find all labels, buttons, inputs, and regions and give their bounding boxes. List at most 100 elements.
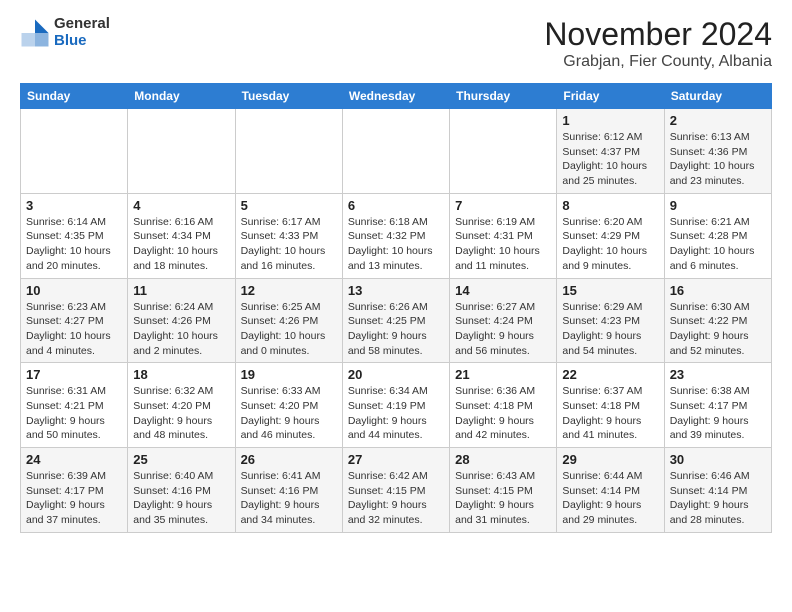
main-title: November 2024 xyxy=(544,16,772,53)
day-detail: Sunrise: 6:31 AM Sunset: 4:21 PM Dayligh… xyxy=(26,384,122,443)
calendar-cell: 5 Sunrise: 6:17 AM Sunset: 4:33 PM Daylig… xyxy=(235,193,342,278)
calendar-cell: 10Sunrise: 6:23 AM Sunset: 4:27 PM Dayli… xyxy=(21,278,128,363)
calendar-cell: 23 Sunrise: 6:38 AM Sunset: 4:17 PM Dayli… xyxy=(664,363,771,448)
day-number: 5 xyxy=(241,198,337,213)
page: General Blue November 2024 Grabjan, Fier… xyxy=(0,0,792,549)
day-detail: Sunrise: 6:41 AM Sunset: 4:16 PM Dayligh… xyxy=(241,469,337,528)
calendar-cell xyxy=(21,109,128,194)
day-detail: Sunrise: 6:46 AM Sunset: 4:14 PM Dayligh… xyxy=(670,469,766,528)
calendar-week-row: 24 Sunrise: 6:39 AM Sunset: 4:17 PM Dayli… xyxy=(21,448,772,533)
day-number: 12 xyxy=(241,283,337,298)
calendar-cell xyxy=(235,109,342,194)
day-detail: Sunrise: 6:40 AM Sunset: 4:16 PM Dayligh… xyxy=(133,469,229,528)
day-number: 24 xyxy=(26,452,122,467)
day-number: 10 xyxy=(26,283,122,298)
day-detail: Sunrise: 6:19 AM Sunset: 4:31 PM Dayligh… xyxy=(455,215,551,274)
calendar-cell: 13Sunrise: 6:26 AM Sunset: 4:25 PM Dayli… xyxy=(342,278,449,363)
day-detail: Sunrise: 6:39 AM Sunset: 4:17 PM Dayligh… xyxy=(26,469,122,528)
day-number: 29 xyxy=(562,452,658,467)
day-number: 22 xyxy=(562,367,658,382)
day-detail: Sunrise: 6:36 AM Sunset: 4:18 PM Dayligh… xyxy=(455,384,551,443)
day-number: 1 xyxy=(562,113,658,128)
day-number: 4 xyxy=(133,198,229,213)
calendar-cell: 27Sunrise: 6:42 AM Sunset: 4:15 PM Dayli… xyxy=(342,448,449,533)
day-number: 18 xyxy=(133,367,229,382)
day-number: 23 xyxy=(670,367,766,382)
day-detail: Sunrise: 6:25 AM Sunset: 4:26 PM Dayligh… xyxy=(241,300,337,359)
day-number: 27 xyxy=(348,452,444,467)
day-number: 20 xyxy=(348,367,444,382)
calendar-cell: 12 Sunrise: 6:25 AM Sunset: 4:26 PM Dayli… xyxy=(235,278,342,363)
calendar-week-row: 17 Sunrise: 6:31 AM Sunset: 4:21 PM Dayli… xyxy=(21,363,772,448)
calendar-cell xyxy=(450,109,557,194)
day-number: 8 xyxy=(562,198,658,213)
day-number: 26 xyxy=(241,452,337,467)
calendar-cell: 20 Sunrise: 6:34 AM Sunset: 4:19 PM Dayli… xyxy=(342,363,449,448)
day-number: 9 xyxy=(670,198,766,213)
logo-blue-text: Blue xyxy=(54,33,110,50)
day-detail: Sunrise: 6:17 AM Sunset: 4:33 PM Dayligh… xyxy=(241,215,337,274)
calendar-cell: 22Sunrise: 6:37 AM Sunset: 4:18 PM Dayli… xyxy=(557,363,664,448)
calendar-cell: 16 Sunrise: 6:30 AM Sunset: 4:22 PM Dayli… xyxy=(664,278,771,363)
logo-general-text: General xyxy=(54,16,110,33)
header: General Blue November 2024 Grabjan, Fier… xyxy=(20,16,772,71)
day-number: 25 xyxy=(133,452,229,467)
calendar-cell: 8Sunrise: 6:20 AM Sunset: 4:29 PM Daylig… xyxy=(557,193,664,278)
day-detail: Sunrise: 6:18 AM Sunset: 4:32 PM Dayligh… xyxy=(348,215,444,274)
calendar-cell: 11Sunrise: 6:24 AM Sunset: 4:26 PM Dayli… xyxy=(128,278,235,363)
day-number: 28 xyxy=(455,452,551,467)
calendar-cell: 26 Sunrise: 6:41 AM Sunset: 4:16 PM Dayli… xyxy=(235,448,342,533)
day-number: 17 xyxy=(26,367,122,382)
calendar-cell: 3Sunrise: 6:14 AM Sunset: 4:35 PM Daylig… xyxy=(21,193,128,278)
day-detail: Sunrise: 6:13 AM Sunset: 4:36 PM Dayligh… xyxy=(670,130,766,189)
calendar-cell: 17 Sunrise: 6:31 AM Sunset: 4:21 PM Dayli… xyxy=(21,363,128,448)
calendar-cell: 15 Sunrise: 6:29 AM Sunset: 4:23 PM Dayli… xyxy=(557,278,664,363)
calendar-cell: 19 Sunrise: 6:33 AM Sunset: 4:20 PM Dayli… xyxy=(235,363,342,448)
logo-text: General Blue xyxy=(54,16,110,49)
calendar-cell: 21 Sunrise: 6:36 AM Sunset: 4:18 PM Dayli… xyxy=(450,363,557,448)
calendar-cell: 18 Sunrise: 6:32 AM Sunset: 4:20 PM Dayli… xyxy=(128,363,235,448)
calendar-cell: 1 Sunrise: 6:12 AM Sunset: 4:37 PM Daylig… xyxy=(557,109,664,194)
day-number: 16 xyxy=(670,283,766,298)
logo: General Blue xyxy=(20,16,110,49)
day-detail: Sunrise: 6:30 AM Sunset: 4:22 PM Dayligh… xyxy=(670,300,766,359)
calendar-cell: 4 Sunrise: 6:16 AM Sunset: 4:34 PM Daylig… xyxy=(128,193,235,278)
calendar-week-row: 1 Sunrise: 6:12 AM Sunset: 4:37 PM Daylig… xyxy=(21,109,772,194)
calendar-cell: 24 Sunrise: 6:39 AM Sunset: 4:17 PM Dayli… xyxy=(21,448,128,533)
calendar-header-monday: Monday xyxy=(128,84,235,109)
calendar-header-friday: Friday xyxy=(557,84,664,109)
day-number: 15 xyxy=(562,283,658,298)
calendar-week-row: 10Sunrise: 6:23 AM Sunset: 4:27 PM Dayli… xyxy=(21,278,772,363)
day-detail: Sunrise: 6:43 AM Sunset: 4:15 PM Dayligh… xyxy=(455,469,551,528)
calendar-cell: 2Sunrise: 6:13 AM Sunset: 4:36 PM Daylig… xyxy=(664,109,771,194)
day-number: 30 xyxy=(670,452,766,467)
calendar-cell xyxy=(342,109,449,194)
day-detail: Sunrise: 6:34 AM Sunset: 4:19 PM Dayligh… xyxy=(348,384,444,443)
day-detail: Sunrise: 6:38 AM Sunset: 4:17 PM Dayligh… xyxy=(670,384,766,443)
title-area: November 2024 Grabjan, Fier County, Alba… xyxy=(544,16,772,71)
calendar-cell: 9 Sunrise: 6:21 AM Sunset: 4:28 PM Daylig… xyxy=(664,193,771,278)
day-detail: Sunrise: 6:24 AM Sunset: 4:26 PM Dayligh… xyxy=(133,300,229,359)
calendar-week-row: 3Sunrise: 6:14 AM Sunset: 4:35 PM Daylig… xyxy=(21,193,772,278)
calendar-header-tuesday: Tuesday xyxy=(235,84,342,109)
calendar-cell xyxy=(128,109,235,194)
day-detail: Sunrise: 6:33 AM Sunset: 4:20 PM Dayligh… xyxy=(241,384,337,443)
calendar-header-row: SundayMondayTuesdayWednesdayThursdayFrid… xyxy=(21,84,772,109)
day-detail: Sunrise: 6:12 AM Sunset: 4:37 PM Dayligh… xyxy=(562,130,658,189)
day-number: 19 xyxy=(241,367,337,382)
day-detail: Sunrise: 6:29 AM Sunset: 4:23 PM Dayligh… xyxy=(562,300,658,359)
day-number: 3 xyxy=(26,198,122,213)
calendar-cell: 6 Sunrise: 6:18 AM Sunset: 4:32 PM Daylig… xyxy=(342,193,449,278)
day-number: 7 xyxy=(455,198,551,213)
calendar: SundayMondayTuesdayWednesdayThursdayFrid… xyxy=(20,83,772,533)
day-number: 14 xyxy=(455,283,551,298)
day-detail: Sunrise: 6:21 AM Sunset: 4:28 PM Dayligh… xyxy=(670,215,766,274)
day-number: 21 xyxy=(455,367,551,382)
calendar-cell: 29Sunrise: 6:44 AM Sunset: 4:14 PM Dayli… xyxy=(557,448,664,533)
day-detail: Sunrise: 6:32 AM Sunset: 4:20 PM Dayligh… xyxy=(133,384,229,443)
day-number: 6 xyxy=(348,198,444,213)
day-detail: Sunrise: 6:16 AM Sunset: 4:34 PM Dayligh… xyxy=(133,215,229,274)
day-number: 13 xyxy=(348,283,444,298)
day-detail: Sunrise: 6:27 AM Sunset: 4:24 PM Dayligh… xyxy=(455,300,551,359)
calendar-cell: 14 Sunrise: 6:27 AM Sunset: 4:24 PM Dayli… xyxy=(450,278,557,363)
